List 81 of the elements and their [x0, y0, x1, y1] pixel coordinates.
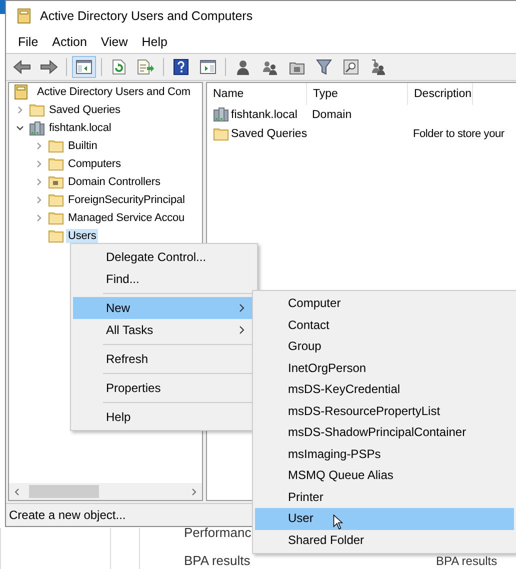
- column-header[interactable]: Name: [207, 83, 307, 105]
- menu-item[interactable]: Properties: [73, 377, 255, 399]
- users-icon: [370, 59, 386, 75]
- menu-item[interactable]: All Tasks: [73, 319, 255, 341]
- expand-chevron-icon[interactable]: [34, 195, 44, 205]
- expand-chevron-icon[interactable]: [34, 141, 44, 151]
- tree-item[interactable]: Users: [66, 229, 98, 243]
- console-icon: [16, 8, 32, 24]
- expand-chevron-icon[interactable]: [15, 105, 25, 115]
- back-arrow-icon: [13, 59, 31, 75]
- expand-chevron-icon[interactable]: [34, 177, 44, 187]
- menu-item[interactable]: Printer: [255, 486, 514, 508]
- mouse-cursor-icon: [333, 514, 343, 530]
- menu-item[interactable]: msDS-ResourcePropertyList: [255, 400, 514, 422]
- folder-icon: [48, 211, 64, 225]
- menu-item[interactable]: Computer: [255, 293, 514, 314]
- menu-item[interactable]: Find...: [73, 268, 255, 290]
- menu-item[interactable]: Action: [45, 33, 94, 51]
- server-icon: [29, 120, 45, 136]
- folder-icon: [48, 229, 64, 243]
- expand-chevron-icon[interactable]: [34, 213, 44, 223]
- toolbar-button[interactable]: [72, 56, 96, 78]
- background-text: BPA results: [436, 555, 498, 568]
- menu-item[interactable]: Group: [255, 336, 514, 358]
- tree-item[interactable]: Managed Service Accou: [66, 211, 187, 225]
- window-title: Active Directory Users and Computers: [40, 9, 253, 23]
- menu-item[interactable]: msImaging-PSPs: [255, 444, 514, 465]
- tree-item[interactable]: Saved Queries: [47, 103, 122, 117]
- menu-item[interactable]: Refresh: [73, 348, 255, 370]
- folder-icon: [48, 175, 64, 189]
- menu-item[interactable]: Contact: [255, 314, 514, 336]
- export-list-icon: [137, 59, 155, 75]
- user-icon: [235, 59, 251, 75]
- tree-item[interactable]: Computers: [66, 157, 123, 171]
- menu-item[interactable]: InetOrgPerson: [255, 358, 514, 379]
- forward-arrow-icon: [40, 59, 58, 75]
- list-item[interactable]: Saved Queries: [231, 128, 308, 140]
- pane-icon: [200, 60, 216, 74]
- folder-icon: [48, 139, 64, 153]
- refresh-icon: [112, 59, 126, 75]
- menu-item[interactable]: New: [73, 297, 255, 319]
- tree-item[interactable]: Domain Controllers: [66, 175, 162, 189]
- column-header[interactable]: Type: [307, 83, 408, 105]
- scroll-left-icon[interactable]: [13, 488, 21, 496]
- collapse-chevron-icon[interactable]: [15, 123, 25, 133]
- folder-icon: [48, 193, 64, 207]
- menu-item[interactable]: File: [11, 33, 46, 51]
- horizontal-scrollbar[interactable]: [9, 483, 202, 500]
- console-icon: [13, 84, 29, 100]
- filter-icon: [316, 59, 332, 75]
- folder-icon: [29, 103, 45, 117]
- menu-item[interactable]: MSMQ Queue Alias: [255, 465, 514, 486]
- folder-icon: [213, 126, 229, 140]
- help-icon: [173, 59, 189, 75]
- pane-icon: [76, 60, 92, 74]
- menu-item[interactable]: User: [255, 508, 514, 530]
- expand-chevron-icon[interactable]: [34, 159, 44, 169]
- tree-item[interactable]: Builtin: [66, 139, 100, 153]
- find-icon: [343, 59, 359, 75]
- tree-item[interactable]: ForeignSecurityPrincipal: [66, 193, 187, 207]
- scroll-right-icon[interactable]: [190, 488, 198, 496]
- menu-item[interactable]: Help: [73, 406, 255, 428]
- list-item[interactable]: fishtank.local: [231, 108, 298, 120]
- tree-item[interactable]: Active Directory Users and Com: [35, 85, 192, 99]
- background-text: BPA results: [184, 553, 250, 568]
- menu-item[interactable]: msDS-KeyCredential: [255, 379, 514, 400]
- scrollbar-thumb[interactable]: [29, 485, 99, 498]
- menu-item[interactable]: Help: [134, 33, 174, 51]
- server-icon: [213, 107, 229, 122]
- menu-item[interactable]: Shared Folder: [255, 530, 514, 551]
- background-text: Performanc: [184, 525, 252, 540]
- table-cell: Domain: [312, 108, 352, 120]
- tree-item[interactable]: fishtank.local: [47, 121, 114, 135]
- status-text: Create a new object...: [9, 508, 126, 522]
- menu-item[interactable]: View: [94, 33, 135, 51]
- menu-item[interactable]: Delegate Control...: [73, 246, 255, 268]
- table-cell: Folder to store your: [413, 128, 504, 140]
- folder-icon: [48, 157, 64, 171]
- column-header[interactable]: Description: [408, 83, 473, 105]
- users-icon: [262, 59, 278, 75]
- menu-item[interactable]: msDS-ShadowPrincipalContainer: [255, 422, 514, 444]
